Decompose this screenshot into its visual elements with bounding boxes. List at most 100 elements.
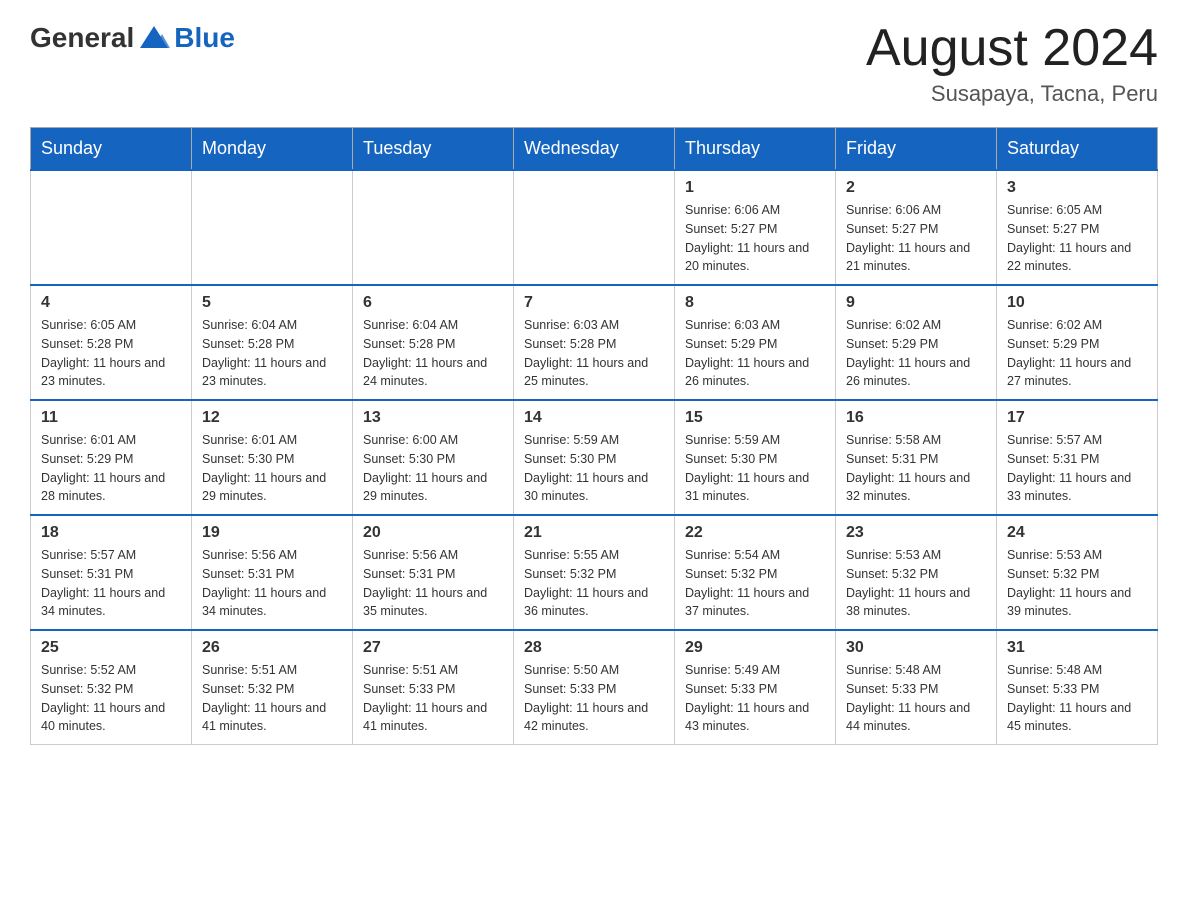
day-cell: 16 Sunrise: 5:58 AMSunset: 5:31 PMDayligh… <box>836 400 997 515</box>
day-number: 16 <box>846 409 986 427</box>
day-number: 19 <box>202 524 342 542</box>
day-cell: 27 Sunrise: 5:51 AMSunset: 5:33 PMDayligh… <box>353 630 514 745</box>
day-cell: 13 Sunrise: 6:00 AMSunset: 5:30 PMDayligh… <box>353 400 514 515</box>
day-cell: 15Sunrise: 5:59 AMSunset: 5:30 PMDayligh… <box>675 400 836 515</box>
day-number: 28 <box>524 639 664 657</box>
logo-general-text: General <box>30 22 134 54</box>
day-number: 15 <box>685 409 825 427</box>
day-info: Sunrise: 5:51 AMSunset: 5:33 PMDaylight:… <box>363 661 503 736</box>
day-cell <box>514 170 675 285</box>
day-cell: 23 Sunrise: 5:53 AMSunset: 5:32 PMDayligh… <box>836 515 997 630</box>
day-cell: 7Sunrise: 6:03 AMSunset: 5:28 PMDaylight… <box>514 285 675 400</box>
day-info: Sunrise: 6:06 AMSunset: 5:27 PMDaylight:… <box>846 201 986 276</box>
day-info: Sunrise: 6:00 AMSunset: 5:30 PMDaylight:… <box>363 431 503 506</box>
day-cell <box>31 170 192 285</box>
day-number: 23 <box>846 524 986 542</box>
day-number: 2 <box>846 179 986 197</box>
day-info: Sunrise: 6:02 AMSunset: 5:29 PMDaylight:… <box>846 316 986 391</box>
day-info: Sunrise: 5:49 AMSunset: 5:33 PMDaylight:… <box>685 661 825 736</box>
day-cell: 9Sunrise: 6:02 AMSunset: 5:29 PMDaylight… <box>836 285 997 400</box>
day-number: 4 <box>41 294 181 312</box>
day-cell: 6 Sunrise: 6:04 AMSunset: 5:28 PMDaylight… <box>353 285 514 400</box>
day-cell: 20Sunrise: 5:56 AMSunset: 5:31 PMDayligh… <box>353 515 514 630</box>
day-number: 14 <box>524 409 664 427</box>
title-area: August 2024 Susapaya, Tacna, Peru <box>866 20 1158 107</box>
week-row-4: 18Sunrise: 5:57 AMSunset: 5:31 PMDayligh… <box>31 515 1158 630</box>
day-info: Sunrise: 5:51 AMSunset: 5:32 PMDaylight:… <box>202 661 342 736</box>
day-info: Sunrise: 5:57 AMSunset: 5:31 PMDaylight:… <box>1007 431 1147 506</box>
week-row-1: 1Sunrise: 6:06 AMSunset: 5:27 PMDaylight… <box>31 170 1158 285</box>
day-number: 22 <box>685 524 825 542</box>
calendar-header-row: SundayMondayTuesdayWednesdayThursdayFrid… <box>31 128 1158 171</box>
day-number: 29 <box>685 639 825 657</box>
column-header-monday: Monday <box>192 128 353 171</box>
column-header-friday: Friday <box>836 128 997 171</box>
day-cell: 5 Sunrise: 6:04 AMSunset: 5:28 PMDaylight… <box>192 285 353 400</box>
column-header-saturday: Saturday <box>997 128 1158 171</box>
day-info: Sunrise: 6:01 AMSunset: 5:29 PMDaylight:… <box>41 431 181 506</box>
day-info: Sunrise: 5:53 AMSunset: 5:32 PMDaylight:… <box>1007 546 1147 621</box>
day-number: 24 <box>1007 524 1147 542</box>
day-number: 12 <box>202 409 342 427</box>
day-number: 27 <box>363 639 503 657</box>
day-number: 20 <box>363 524 503 542</box>
day-info: Sunrise: 5:58 AMSunset: 5:31 PMDaylight:… <box>846 431 986 506</box>
day-cell <box>353 170 514 285</box>
day-info: Sunrise: 6:01 AMSunset: 5:30 PMDaylight:… <box>202 431 342 506</box>
day-cell: 30Sunrise: 5:48 AMSunset: 5:33 PMDayligh… <box>836 630 997 745</box>
week-row-3: 11 Sunrise: 6:01 AMSunset: 5:29 PMDayligh… <box>31 400 1158 515</box>
day-info: Sunrise: 5:53 AMSunset: 5:32 PMDaylight:… <box>846 546 986 621</box>
calendar-table: SundayMondayTuesdayWednesdayThursdayFrid… <box>30 127 1158 745</box>
day-cell: 17 Sunrise: 5:57 AMSunset: 5:31 PMDayligh… <box>997 400 1158 515</box>
day-cell: 14 Sunrise: 5:59 AMSunset: 5:30 PMDayligh… <box>514 400 675 515</box>
day-info: Sunrise: 6:04 AMSunset: 5:28 PMDaylight:… <box>363 316 503 391</box>
day-cell: 3Sunrise: 6:05 AMSunset: 5:27 PMDaylight… <box>997 170 1158 285</box>
day-info: Sunrise: 5:48 AMSunset: 5:33 PMDaylight:… <box>846 661 986 736</box>
day-number: 5 <box>202 294 342 312</box>
day-cell: 19 Sunrise: 5:56 AMSunset: 5:31 PMDayligh… <box>192 515 353 630</box>
column-header-thursday: Thursday <box>675 128 836 171</box>
day-info: Sunrise: 6:05 AMSunset: 5:28 PMDaylight:… <box>41 316 181 391</box>
logo-icon <box>136 20 172 56</box>
day-cell: 22 Sunrise: 5:54 AMSunset: 5:32 PMDayligh… <box>675 515 836 630</box>
day-cell: 28 Sunrise: 5:50 AMSunset: 5:33 PMDayligh… <box>514 630 675 745</box>
day-cell <box>192 170 353 285</box>
page-header: General Blue August 2024 Susapaya, Tacna… <box>30 20 1158 107</box>
day-info: Sunrise: 5:55 AMSunset: 5:32 PMDaylight:… <box>524 546 664 621</box>
day-number: 17 <box>1007 409 1147 427</box>
day-number: 13 <box>363 409 503 427</box>
day-info: Sunrise: 5:54 AMSunset: 5:32 PMDaylight:… <box>685 546 825 621</box>
day-cell: 25Sunrise: 5:52 AMSunset: 5:32 PMDayligh… <box>31 630 192 745</box>
column-header-tuesday: Tuesday <box>353 128 514 171</box>
day-number: 6 <box>363 294 503 312</box>
day-info: Sunrise: 5:48 AMSunset: 5:33 PMDaylight:… <box>1007 661 1147 736</box>
day-info: Sunrise: 5:50 AMSunset: 5:33 PMDaylight:… <box>524 661 664 736</box>
day-number: 8 <box>685 294 825 312</box>
calendar-subtitle: Susapaya, Tacna, Peru <box>866 81 1158 107</box>
day-number: 11 <box>41 409 181 427</box>
day-info: Sunrise: 6:03 AMSunset: 5:28 PMDaylight:… <box>524 316 664 391</box>
day-cell: 21 Sunrise: 5:55 AMSunset: 5:32 PMDayligh… <box>514 515 675 630</box>
day-number: 21 <box>524 524 664 542</box>
day-number: 25 <box>41 639 181 657</box>
day-cell: 18Sunrise: 5:57 AMSunset: 5:31 PMDayligh… <box>31 515 192 630</box>
day-cell: 11 Sunrise: 6:01 AMSunset: 5:29 PMDayligh… <box>31 400 192 515</box>
day-info: Sunrise: 6:02 AMSunset: 5:29 PMDaylight:… <box>1007 316 1147 391</box>
day-number: 18 <box>41 524 181 542</box>
column-header-sunday: Sunday <box>31 128 192 171</box>
day-cell: 2 Sunrise: 6:06 AMSunset: 5:27 PMDaylight… <box>836 170 997 285</box>
day-info: Sunrise: 6:04 AMSunset: 5:28 PMDaylight:… <box>202 316 342 391</box>
day-cell: 4 Sunrise: 6:05 AMSunset: 5:28 PMDaylight… <box>31 285 192 400</box>
day-cell: 31 Sunrise: 5:48 AMSunset: 5:33 PMDayligh… <box>997 630 1158 745</box>
week-row-2: 4 Sunrise: 6:05 AMSunset: 5:28 PMDaylight… <box>31 285 1158 400</box>
day-number: 31 <box>1007 639 1147 657</box>
day-number: 26 <box>202 639 342 657</box>
logo-blue-text: Blue <box>174 22 235 54</box>
day-cell: 26 Sunrise: 5:51 AMSunset: 5:32 PMDayligh… <box>192 630 353 745</box>
week-row-5: 25Sunrise: 5:52 AMSunset: 5:32 PMDayligh… <box>31 630 1158 745</box>
day-info: Sunrise: 5:56 AMSunset: 5:31 PMDaylight:… <box>202 546 342 621</box>
day-cell: 12 Sunrise: 6:01 AMSunset: 5:30 PMDayligh… <box>192 400 353 515</box>
day-cell: 10Sunrise: 6:02 AMSunset: 5:29 PMDayligh… <box>997 285 1158 400</box>
logo: General Blue <box>30 20 235 56</box>
day-info: Sunrise: 5:59 AMSunset: 5:30 PMDaylight:… <box>524 431 664 506</box>
